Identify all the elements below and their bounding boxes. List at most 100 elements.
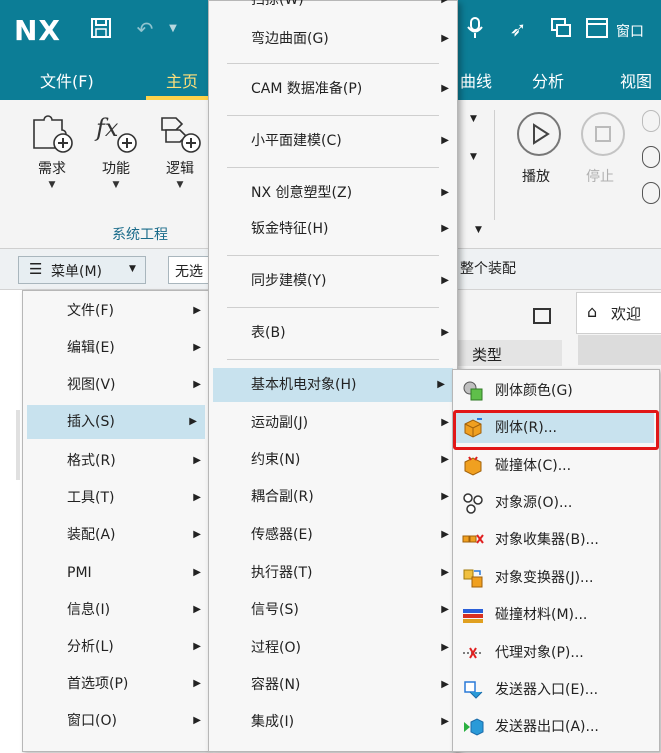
menu-item-collision-body[interactable]: 碰撞体(C)... [453,449,659,483]
menu-item-basic-mechatronics[interactable]: 基本机电对象(H) ▶ [213,368,453,402]
menu-item-view[interactable]: 视图(V) ▶ [23,369,209,401]
menu-item-flange-surface[interactable]: 弯边曲面(G) ▶ [209,23,457,55]
menu-item-label: 首选项(P) [67,676,129,692]
menu-item-sender-entry[interactable]: 发送器入口(E)... [453,673,659,707]
chevron-down-icon[interactable]: ▼ [470,114,477,124]
assembly-scope-label[interactable]: 整个装配 [460,258,516,278]
require-button[interactable]: 需求 ▼ [26,110,78,190]
pin-icon[interactable]: ➶ [505,16,531,42]
chevron-right-icon: ▶ [193,342,201,353]
chevron-right-icon: ▶ [441,716,449,727]
menu-item-file[interactable]: 文件(F) ▶ [23,295,209,327]
menu-item-label: 信息(I) [67,602,111,618]
chevron-right-icon: ▶ [193,455,201,466]
object-sink-icon [462,534,484,544]
menu-item-label: 容器(N) [251,677,301,693]
window-icon[interactable] [584,16,610,42]
type-column-header[interactable]: 类型 [458,340,562,366]
step-back-icon[interactable] [642,110,660,132]
menu-item-label: 装配(A) [67,527,116,543]
left-edge-strip [16,410,20,480]
menu-item-object-source[interactable]: 对象源(O)... [453,486,659,520]
chevron-right-icon: ▶ [441,275,449,286]
menu-item-synchronous-modeling[interactable]: 同步建模(Y) ▶ [209,265,457,297]
chevron-right-icon: ▶ [441,529,449,540]
menu-item-label: 表(B) [251,325,286,341]
chevron-right-icon: ▶ [193,492,201,503]
menu-item-window[interactable]: 窗口(O) ▶ [23,705,209,737]
menu-item-info[interactable]: 信息(I) ▶ [23,594,209,626]
menu-item-integration[interactable]: 集成(I) ▶ [209,706,457,738]
menu-item-signals[interactable]: 信号(S) ▶ [209,594,457,626]
chevron-right-icon: ▶ [193,715,201,726]
function-label: 功能 [102,161,130,177]
menu-item-insert[interactable]: 插入(S) ▶ [27,405,205,439]
speed-icon[interactable] [642,182,660,204]
menu-item-label: NX 创意塑型(Z) [251,185,353,201]
chevron-right-icon: ▶ [441,567,449,578]
menu-item-label: 视图(V) [67,377,116,393]
menu-item-joints[interactable]: 运动副(J) ▶ [209,407,457,439]
menu-item-actuators[interactable]: 执行器(T) ▶ [209,557,457,589]
menu-item-assembly[interactable]: 装配(A) ▶ [23,519,209,551]
restore-window-icon[interactable] [533,308,551,324]
welcome-tab[interactable]: ⌂ 欢迎 [576,292,661,334]
pause-icon[interactable] [642,146,660,168]
chevron-down-icon[interactable]: ▼ [475,225,482,235]
menu-item-process[interactable]: 过程(O) ▶ [209,632,457,664]
menu-item-label: 小平面建模(C) [251,133,342,149]
chevron-down-icon[interactable]: ▼ [470,152,477,162]
menu-item-tools[interactable]: 工具(T) ▶ [23,482,209,514]
chevron-right-icon: ▶ [189,416,197,427]
menu-item-label: 执行器(T) [251,565,313,581]
microphone-icon[interactable] [462,16,488,42]
menu-item-object-transformer[interactable]: 对象变换器(J)... [453,561,659,595]
chevron-right-icon: ▶ [441,454,449,465]
menu-item-containers[interactable]: 容器(N) ▶ [209,669,457,701]
menu-item-collision-material[interactable]: 碰撞材料(M)... [453,598,659,632]
tab-file[interactable]: 文件(F) [40,68,94,92]
tab-curve[interactable]: 曲线 [460,68,492,92]
chevron-right-icon: ▶ [193,305,201,316]
menu-item-nx-realize-shape[interactable]: NX 创意塑型(Z) ▶ [209,177,457,209]
function-button[interactable]: fx 功能 ▼ [90,110,142,190]
menu-item-couplers[interactable]: 耦合副(R) ▶ [209,481,457,513]
menu-item-label: 约束(N) [251,452,301,468]
menu-item-format[interactable]: 格式(R) ▶ [23,445,209,477]
menu-item-sweep[interactable]: 扫掠(W) ▶ [209,0,457,16]
tab-analysis[interactable]: 分析 [532,68,564,92]
save-icon[interactable] [88,16,114,42]
menu-item-sender-exit[interactable]: 发送器出口(A)... [453,710,659,744]
undo-icon[interactable]: ↶ [132,16,158,42]
menu-button[interactable]: ☰ 菜单(M) ▼ [18,256,146,284]
menu-item-pmi[interactable]: PMI ▶ [23,557,209,589]
menu-item-proxy-object[interactable]: 代理对象(P)... [453,636,659,670]
menu-item-label: 传感器(E) [251,527,313,543]
stop-button[interactable] [581,112,625,156]
play-button[interactable] [517,112,561,156]
menu-item-facet-modeling[interactable]: 小平面建模(C) ▶ [209,125,457,157]
menu-item-preferences[interactable]: 首选项(P) ▶ [23,668,209,700]
chevron-right-icon: ▶ [441,679,449,690]
windows-icon[interactable] [548,16,574,42]
menu-item-table[interactable]: 表(B) ▶ [209,317,457,349]
tab-home[interactable]: 主页 [166,68,198,92]
menu-item-edit[interactable]: 编辑(E) ▶ [23,332,209,364]
menu-separator [227,115,439,116]
menu-item-constraints[interactable]: 约束(N) ▶ [209,444,457,476]
group-label-systems-engineering: 系统工程 [112,227,168,243]
logic-button[interactable]: 逻辑 ▼ [154,110,206,190]
menu-item-sheet-metal[interactable]: 钣金特征(H) ▶ [209,213,457,245]
tab-view[interactable]: 视图 [620,68,652,92]
menu-item-analysis[interactable]: 分析(L) ▶ [23,631,209,663]
menu-item-cam-data-prep[interactable]: CAM 数据准备(P) ▶ [209,73,457,105]
fx-add-icon: fx [94,110,138,154]
menu-item-object-sink[interactable]: 对象收集器(B)... [453,523,659,557]
window-menu-label[interactable]: 窗口 [616,21,644,41]
chevron-right-icon: ▶ [441,187,449,198]
play-icon [533,123,550,145]
menu-item-rigid-body-color[interactable]: 刚体颜色(G) [453,374,659,408]
menu-item-label: 耦合副(R) [251,489,314,505]
undo-dropdown-icon[interactable]: ▼ [160,16,186,42]
menu-item-sensors[interactable]: 传感器(E) ▶ [209,519,457,551]
